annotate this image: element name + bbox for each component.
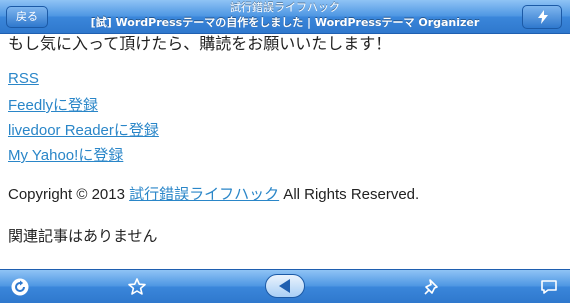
my-yahoo-link[interactable]: My Yahoo!に登録 [8, 144, 123, 165]
back-arrow-icon [279, 279, 290, 293]
top-navigation-bar: 戻る 試行錯誤ライフハック [試] WordPressテーマの自作をしました |… [0, 0, 570, 34]
back-arrow-button[interactable] [265, 274, 305, 298]
rss-link[interactable]: RSS [8, 70, 39, 87]
page-title: [試] WordPressテーマの自作をしました | WordPressテーマ … [90, 16, 480, 29]
copyright-prefix: Copyright © 2013 [8, 186, 130, 203]
refresh-icon[interactable] [10, 277, 30, 297]
comment-icon[interactable] [539, 277, 559, 297]
pin-icon[interactable] [422, 277, 442, 297]
copyright-suffix: All Rights Reserved. [279, 186, 420, 203]
copyright-site-link[interactable]: 試行錯誤ライフハック [129, 186, 279, 203]
copyright-text: Copyright © 2013 試行錯誤ライフハック All Rights R… [8, 183, 419, 204]
subscribe-request-text: もし気に入って頂けたら、購読をお願いいたします！ [8, 36, 392, 53]
action-button[interactable] [522, 5, 562, 29]
lightning-icon [538, 10, 548, 24]
livedoor-reader-link[interactable]: livedoor Readerに登録 [8, 119, 159, 140]
star-icon[interactable] [127, 277, 147, 297]
back-button[interactable]: 戻る [6, 6, 48, 28]
bottom-toolbar [0, 269, 570, 303]
site-title: 試行錯誤ライフハック [230, 1, 340, 14]
related-posts-text: 関連記事はありません [8, 228, 158, 245]
feedly-link[interactable]: Feedlyに登録 [8, 94, 98, 115]
